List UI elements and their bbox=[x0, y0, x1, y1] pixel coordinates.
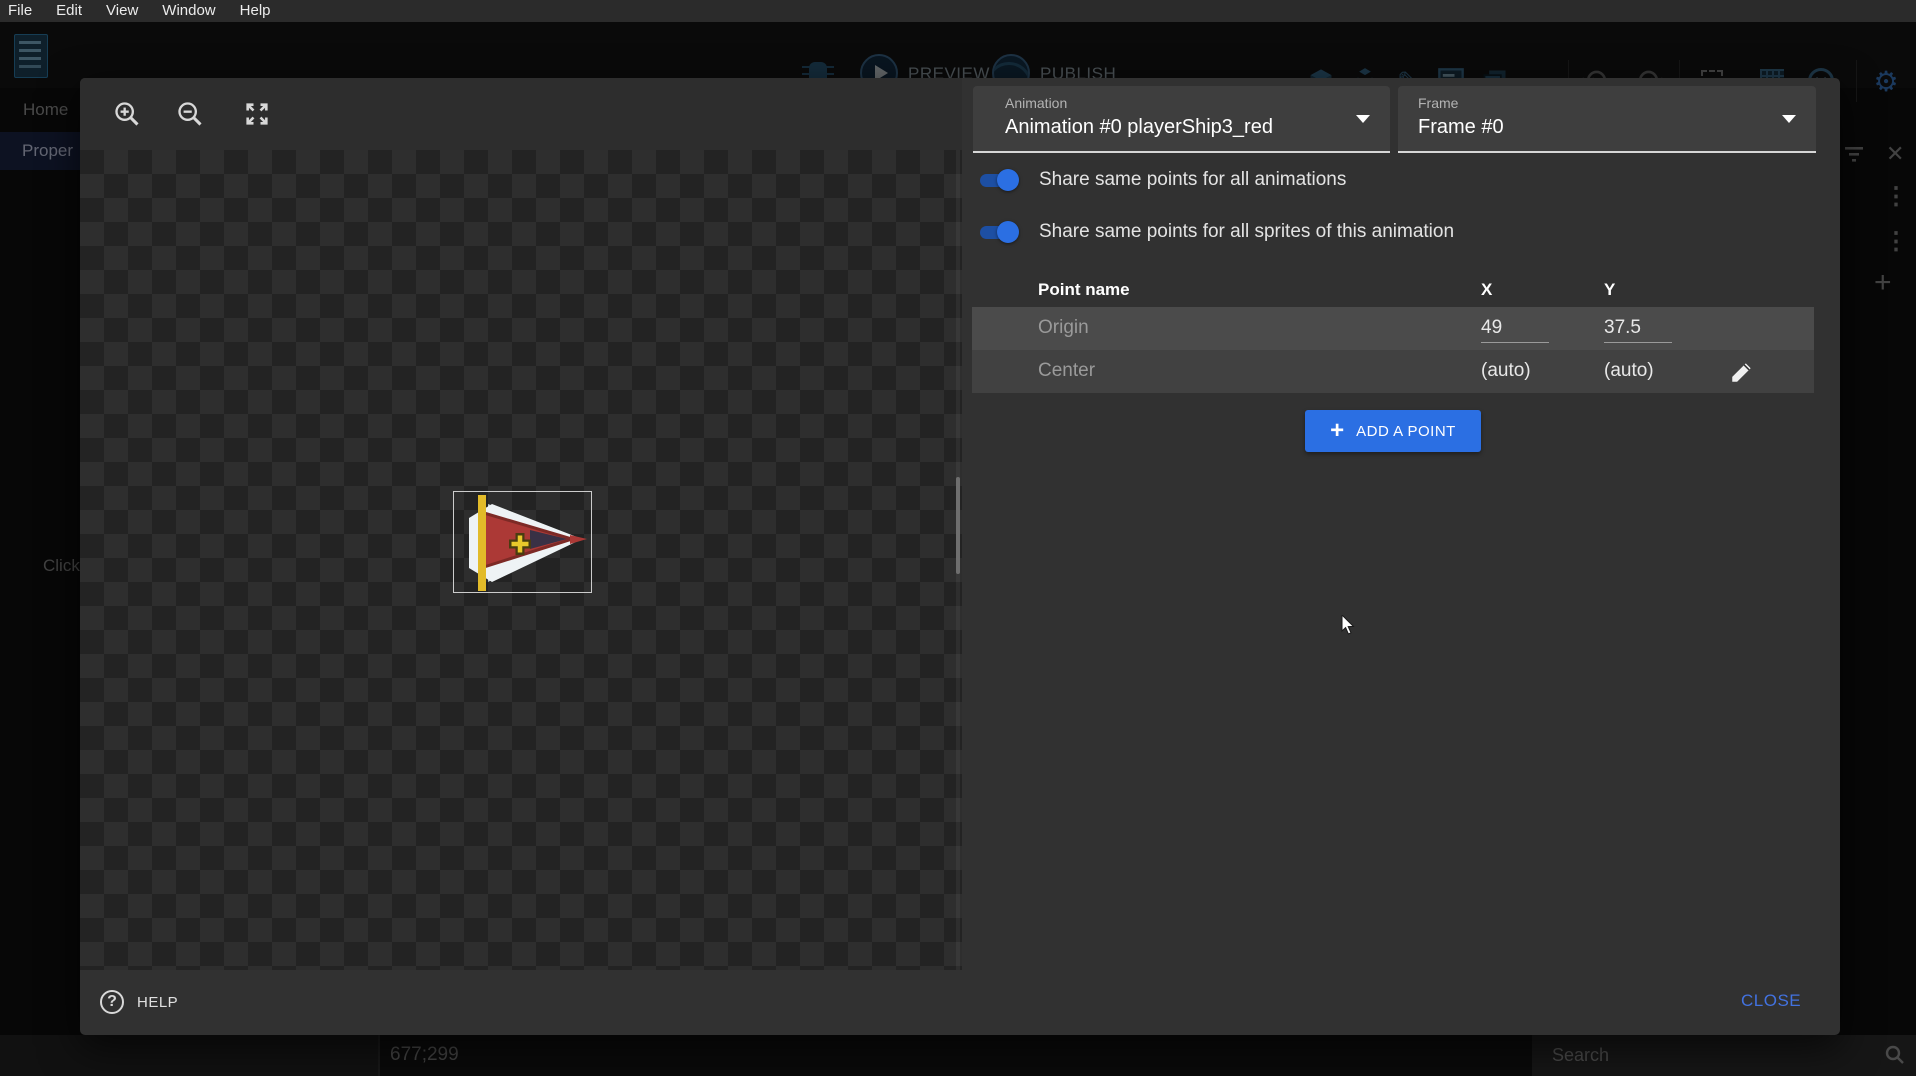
app-window: File Edit View Window Help PREVIEW PUBLI… bbox=[0, 0, 1916, 1076]
menu-view[interactable]: View bbox=[94, 0, 150, 22]
menu-edit[interactable]: Edit bbox=[44, 0, 94, 22]
close-button[interactable]: CLOSE bbox=[1735, 990, 1807, 1012]
sprite-selection-box bbox=[453, 491, 592, 593]
add-point-button[interactable]: + ADD A POINT bbox=[1305, 410, 1481, 452]
frame-dropdown-label: Frame bbox=[1418, 95, 1458, 111]
canvas-scrollbar-thumb[interactable] bbox=[956, 477, 960, 574]
player-ship-sprite bbox=[454, 492, 593, 594]
column-header-point-name: Point name bbox=[1038, 280, 1130, 300]
menu-bar: File Edit View Window Help bbox=[0, 0, 1916, 22]
toggle-label: Share same points for all animations bbox=[1039, 169, 1346, 191]
fit-to-view-icon[interactable] bbox=[241, 98, 273, 130]
zoom-out-icon[interactable] bbox=[174, 98, 206, 130]
point-y-field[interactable]: 37.5 bbox=[1604, 317, 1641, 339]
canvas-toolbar bbox=[80, 78, 962, 150]
point-name-cell: Center bbox=[1038, 360, 1095, 382]
share-points-all-sprites-toggle[interactable] bbox=[973, 219, 1021, 245]
animation-dropdown-label: Animation bbox=[1005, 95, 1067, 111]
toggle-label: Share same points for all sprites of thi… bbox=[1039, 221, 1454, 243]
help-button[interactable]: ? HELP bbox=[100, 986, 178, 1018]
animation-dropdown-value: Animation #0 playerShip3_red bbox=[1005, 116, 1273, 139]
sprite-canvas[interactable] bbox=[80, 150, 962, 970]
field-underline bbox=[1481, 342, 1549, 343]
zoom-in-icon[interactable] bbox=[111, 98, 143, 130]
field-underline bbox=[1604, 342, 1672, 343]
animation-dropdown[interactable]: Animation Animation #0 playerShip3_red bbox=[973, 86, 1390, 153]
frame-dropdown[interactable]: Frame Frame #0 bbox=[1398, 86, 1816, 153]
edit-points-dialog: Animation Animation #0 playerShip3_red F… bbox=[80, 78, 1840, 1035]
chevron-down-icon bbox=[1782, 115, 1796, 123]
toggle-row-all-animations: Share same points for all animations bbox=[973, 166, 1346, 194]
point-y-value: (auto) bbox=[1604, 360, 1654, 382]
table-row-origin[interactable]: Origin 49 37.5 bbox=[972, 307, 1814, 350]
mouse-cursor bbox=[1341, 615, 1361, 640]
menu-file[interactable]: File bbox=[0, 0, 44, 22]
column-header-x: X bbox=[1481, 280, 1492, 300]
help-label: HELP bbox=[137, 994, 178, 1011]
chevron-down-icon bbox=[1356, 115, 1370, 123]
point-x-value: (auto) bbox=[1481, 360, 1531, 382]
frame-dropdown-value: Frame #0 bbox=[1418, 116, 1504, 139]
edit-point-button[interactable] bbox=[1725, 356, 1759, 388]
menu-window[interactable]: Window bbox=[150, 0, 227, 22]
menu-help[interactable]: Help bbox=[228, 0, 283, 22]
plus-icon: + bbox=[1330, 419, 1344, 443]
point-name-cell: Origin bbox=[1038, 317, 1089, 339]
point-x-field[interactable]: 49 bbox=[1481, 317, 1502, 339]
help-icon: ? bbox=[100, 990, 124, 1014]
pencil-icon bbox=[1729, 359, 1755, 385]
table-row-center[interactable]: Center (auto) (auto) bbox=[972, 350, 1814, 393]
share-points-all-animations-toggle[interactable] bbox=[973, 167, 1021, 193]
column-header-y: Y bbox=[1604, 280, 1615, 300]
add-point-label: ADD A POINT bbox=[1356, 423, 1456, 440]
toggle-row-all-sprites: Share same points for all sprites of thi… bbox=[973, 218, 1454, 246]
